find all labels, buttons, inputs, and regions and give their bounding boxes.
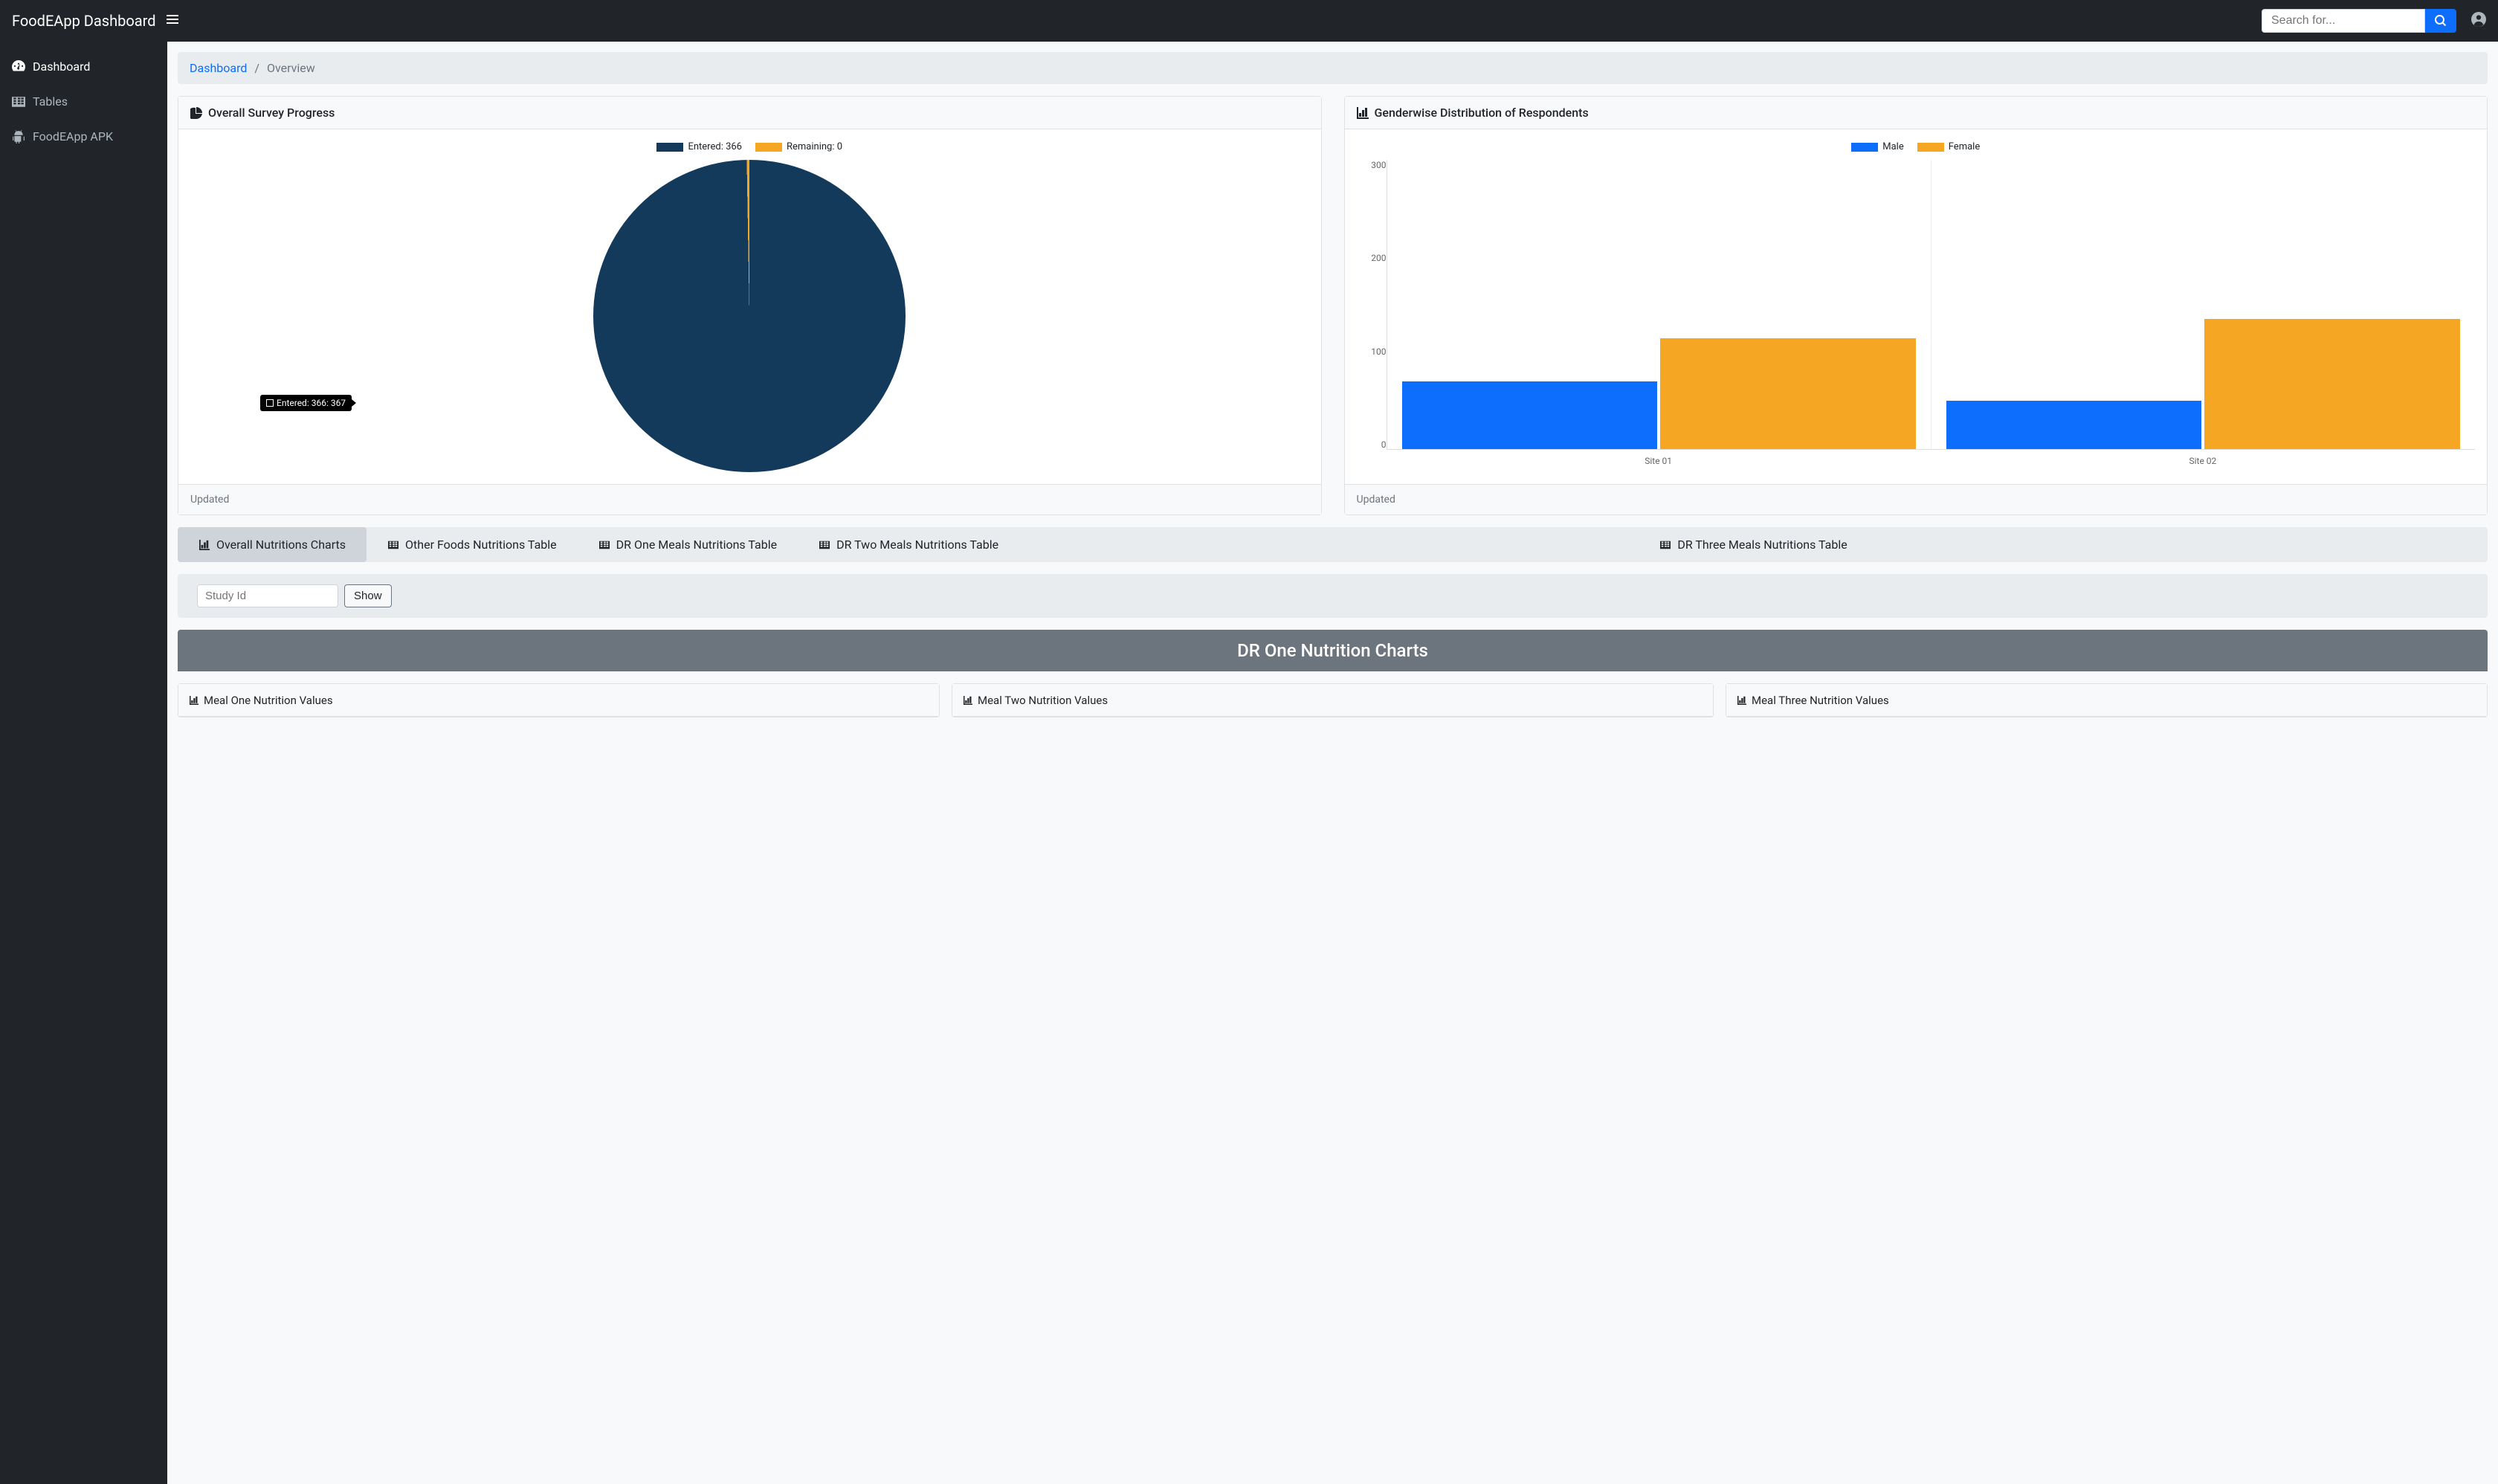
legend-item[interactable]: Entered: 366 xyxy=(656,141,742,152)
table-icon xyxy=(1659,540,1671,550)
sub-card-title: Meal One Nutrition Values xyxy=(204,694,333,707)
barchart-icon xyxy=(1737,696,1747,705)
chart-tooltip: Entered: 366: 367 xyxy=(260,395,352,411)
sub-card-meal-two: Meal Two Nutrition Values xyxy=(952,683,1714,717)
legend-label: Remaining: 0 xyxy=(787,141,842,152)
sub-card-title: Meal Three Nutrition Values xyxy=(1752,694,1889,707)
bar[interactable] xyxy=(1660,338,1916,449)
piechart-icon xyxy=(190,107,202,119)
breadcrumb-root-link[interactable]: Dashboard xyxy=(190,61,247,75)
card-gender-distribution: Genderwise Distribution of Respondents M… xyxy=(1344,96,2488,515)
legend-swatch xyxy=(1851,143,1878,152)
bar[interactable] xyxy=(1946,401,2202,449)
user-icon xyxy=(2471,12,2486,27)
bar-group xyxy=(1931,160,2475,449)
card-header: Genderwise Distribution of Respondents xyxy=(1345,97,2488,129)
user-menu-button[interactable] xyxy=(2471,12,2486,30)
sidebar-item-apk[interactable]: FoodEApp APK xyxy=(0,119,167,154)
y-tick: 300 xyxy=(1357,160,1387,170)
legend-item[interactable]: Remaining: 0 xyxy=(755,141,842,152)
legend-swatch xyxy=(1917,143,1944,152)
tab-dr-three[interactable]: DR Three Meals Nutritions Table xyxy=(1019,527,2488,562)
tooltip-swatch xyxy=(266,399,274,407)
sidebar-item-tables[interactable]: Tables xyxy=(0,84,167,119)
search-icon xyxy=(2435,15,2447,27)
bar-chart: 300 200 100 0 Site 01Site 02 xyxy=(1357,160,2476,472)
study-id-input[interactable] xyxy=(197,584,338,607)
table-icon xyxy=(598,540,610,550)
sub-card-meal-one: Meal One Nutrition Values xyxy=(178,683,940,717)
legend-item[interactable]: Female xyxy=(1917,141,1980,152)
tab-label: Other Foods Nutritions Table xyxy=(405,538,557,552)
tab-dr-two[interactable]: DR Two Meals Nutritions Table xyxy=(798,527,1019,562)
tab-dr-one[interactable]: DR One Meals Nutritions Table xyxy=(578,527,798,562)
navbar: FoodEApp Dashboard xyxy=(0,0,2498,42)
y-tick: 100 xyxy=(1357,346,1387,357)
barchart-icon xyxy=(189,696,199,705)
sidebar-item-label: FoodEApp APK xyxy=(33,129,113,143)
tab-overall-nutritions[interactable]: Overall Nutritions Charts xyxy=(178,527,367,562)
card-title: Overall Survey Progress xyxy=(208,106,335,120)
legend-label: Female xyxy=(1949,141,1980,152)
tab-label: DR Two Meals Nutritions Table xyxy=(836,538,998,552)
y-tick: 200 xyxy=(1357,253,1387,263)
sub-card-meal-three: Meal Three Nutrition Values xyxy=(1726,683,2488,717)
pie-chart: Entered: 366: 367 xyxy=(190,160,1309,472)
bar-plot-area[interactable] xyxy=(1387,160,2476,450)
card-survey-progress: Overall Survey Progress Entered: 366 Rem… xyxy=(178,96,1322,515)
barchart-icon xyxy=(963,696,973,705)
search-button[interactable] xyxy=(2425,9,2456,33)
table-icon xyxy=(819,540,830,550)
section-banner: DR One Nutrition Charts xyxy=(178,630,2488,671)
bar-group xyxy=(1387,160,1931,449)
app-title: FoodEApp Dashboard xyxy=(12,12,156,30)
bar-legend: Male Female xyxy=(1357,141,2476,152)
table-icon xyxy=(387,540,399,550)
bar-x-axis: Site 01Site 02 xyxy=(1387,456,2476,466)
sidebar-item-label: Dashboard xyxy=(33,59,90,74)
sub-card-title: Meal Two Nutrition Values xyxy=(978,694,1108,707)
tab-label: Overall Nutritions Charts xyxy=(216,538,346,552)
pie-legend: Entered: 366 Remaining: 0 xyxy=(190,141,1309,152)
gauge-icon xyxy=(12,60,25,74)
sidebar: Dashboard Tables FoodEApp APK xyxy=(0,42,167,1484)
tab-label: DR One Meals Nutritions Table xyxy=(616,538,777,552)
x-tick: Site 02 xyxy=(1931,456,2475,466)
breadcrumb-separator: / xyxy=(254,61,259,75)
legend-label: Male xyxy=(1882,141,1903,152)
sub-cards-row: Meal One Nutrition Values Meal Two Nutri… xyxy=(178,683,2488,717)
sidebar-item-label: Tables xyxy=(33,94,68,109)
card-title: Genderwise Distribution of Respondents xyxy=(1375,106,1589,120)
card-footer: Updated xyxy=(1345,484,2488,514)
nutrition-tabs: Overall Nutritions Charts Other Foods Nu… xyxy=(178,527,2488,562)
barchart-icon xyxy=(1357,107,1369,119)
table-icon xyxy=(12,95,25,109)
legend-swatch xyxy=(656,143,683,152)
tooltip-text: Entered: 366: 367 xyxy=(277,398,346,408)
search-group xyxy=(2262,9,2456,33)
tab-other-foods[interactable]: Other Foods Nutritions Table xyxy=(367,527,578,562)
legend-swatch xyxy=(755,143,782,152)
legend-item[interactable]: Male xyxy=(1851,141,1903,152)
card-footer: Updated xyxy=(178,484,1321,514)
card-header: Overall Survey Progress xyxy=(178,97,1321,129)
bar[interactable] xyxy=(2204,319,2460,449)
sidebar-item-dashboard[interactable]: Dashboard xyxy=(0,49,167,84)
tab-label: DR Three Meals Nutritions Table xyxy=(1677,538,1847,552)
menu-toggle-icon[interactable] xyxy=(165,13,180,28)
android-icon xyxy=(12,130,25,143)
pie-slice-area[interactable] xyxy=(593,160,906,472)
x-tick: Site 01 xyxy=(1387,456,1931,466)
bar-y-axis: 300 200 100 0 xyxy=(1357,160,1387,450)
y-tick: 0 xyxy=(1357,439,1387,450)
filter-bar: Show xyxy=(178,574,2488,618)
show-button[interactable]: Show xyxy=(344,584,392,607)
bar[interactable] xyxy=(1402,381,1658,449)
search-input[interactable] xyxy=(2262,9,2425,33)
main-content: Dashboard / Overview Overall Survey Prog… xyxy=(167,42,2498,1484)
barchart-icon xyxy=(199,540,210,550)
legend-label: Entered: 366 xyxy=(688,141,742,152)
breadcrumb-current: Overview xyxy=(267,61,315,75)
breadcrumb: Dashboard / Overview xyxy=(178,52,2488,84)
